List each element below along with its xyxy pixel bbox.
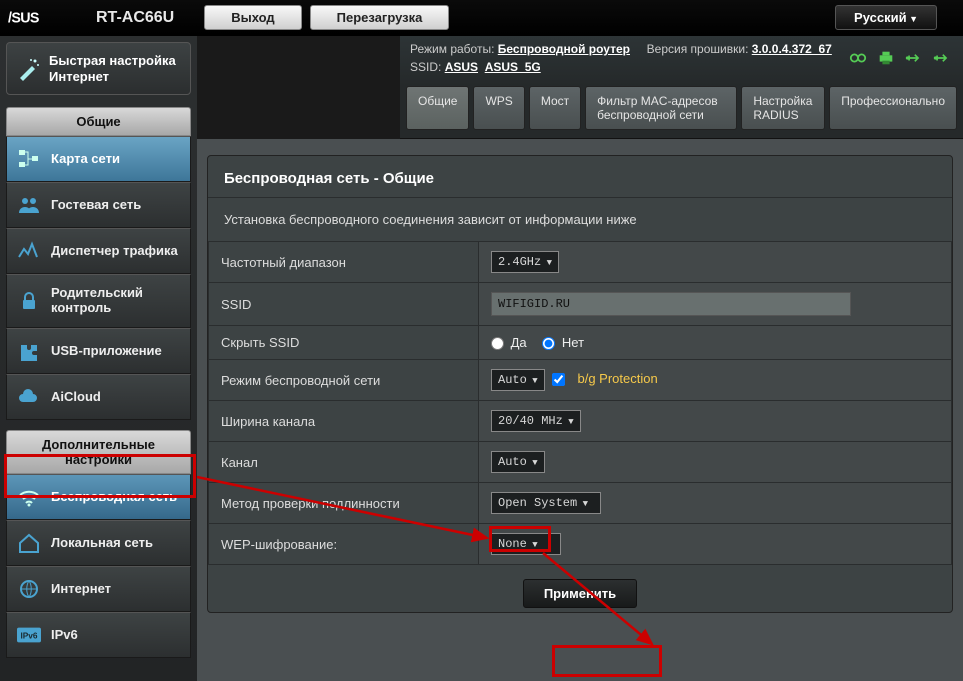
tab-bridge[interactable]: Мост (529, 86, 581, 130)
tab-general[interactable]: Общие (406, 86, 469, 130)
panel-subtitle: Установка беспроводного соединения завис… (208, 198, 952, 241)
mode-label: Режим работы: (410, 42, 494, 56)
sidebar-item-usb-app[interactable]: USB-приложение (6, 328, 191, 374)
link-status-icon (849, 50, 867, 66)
sidebar-item-wireless[interactable]: Беспроводная сеть (6, 474, 191, 520)
model-name: RT-AC66U (96, 9, 174, 27)
ssid-input[interactable] (491, 292, 851, 316)
channel-width-label: Ширина канала (209, 401, 479, 442)
auth-method-label: Метод проверки подлинности (209, 483, 479, 524)
sidebar-item-label: Беспроводная сеть (51, 490, 177, 505)
logout-button[interactable]: Выход (204, 5, 301, 30)
channel-select[interactable]: Auto (491, 451, 545, 473)
sidebar-item-guest-network[interactable]: Гостевая сеть (6, 182, 191, 228)
ssid2-link[interactable]: ASUS_5G (485, 60, 541, 74)
ssid-label: SSID: (410, 60, 441, 74)
wireless-mode-select[interactable]: Auto (491, 369, 545, 391)
sidebar-item-label: Интернет (51, 582, 111, 597)
tab-radius[interactable]: Настройка RADIUS (741, 86, 825, 130)
fw-link[interactable]: 3.0.0.4.372_67 (752, 42, 832, 56)
sidebar-item-lan[interactable]: Локальная сеть (6, 520, 191, 566)
home-icon (17, 532, 41, 554)
wep-label: WEP-шифрование: (209, 524, 479, 565)
usb2-icon (933, 50, 951, 66)
chart-icon (17, 240, 41, 262)
tab-professional[interactable]: Профессионально (829, 86, 957, 130)
sidebar: Быстрая настройка Интернет Общие Карта с… (0, 36, 197, 681)
quick-setup-label: Быстрая настройка Интернет (49, 53, 180, 84)
sidebar-item-aicloud[interactable]: AiCloud (6, 374, 191, 420)
printer-icon (877, 50, 895, 66)
wand-icon (17, 58, 41, 80)
wep-select[interactable]: None (491, 533, 561, 555)
ssid-field-label: SSID (209, 283, 479, 326)
channel-label: Канал (209, 442, 479, 483)
mode-link[interactable]: Беспроводной роутер (498, 42, 630, 56)
sidebar-item-label: Родительский контроль (51, 286, 180, 316)
settings-table: Частотный диапазон 2.4GHz SSID Скрыть SS… (208, 241, 952, 565)
band-select[interactable]: 2.4GHz (491, 251, 559, 273)
reboot-button[interactable]: Перезагрузка (310, 5, 450, 30)
quick-setup-button[interactable]: Быстрая настройка Интернет (6, 42, 191, 95)
hide-no-option[interactable]: Нет (542, 335, 584, 350)
asus-logo: /SUS (8, 7, 86, 29)
svg-text:/SUS: /SUS (8, 10, 39, 26)
fw-label: Версия прошивки: (647, 42, 749, 56)
hide-yes-option[interactable]: Да (491, 335, 527, 350)
puzzle-icon (17, 340, 41, 362)
section-header-general: Общие (6, 107, 191, 136)
users-icon (17, 194, 41, 216)
svg-text:IPv6: IPv6 (20, 631, 37, 641)
sidebar-item-label: Локальная сеть (51, 536, 153, 551)
sidebar-item-label: AiCloud (51, 390, 101, 405)
wireless-mode-label: Режим беспроводной сети (209, 360, 479, 401)
hide-ssid-label: Скрыть SSID (209, 326, 479, 360)
globe-icon (17, 578, 41, 600)
settings-panel: Беспроводная сеть - Общие Установка бесп… (207, 155, 953, 613)
sidebar-item-label: Карта сети (51, 152, 120, 167)
cloud-icon (17, 386, 41, 408)
sidebar-item-ipv6[interactable]: IPv6 IPv6 (6, 612, 191, 658)
usb-icon (905, 50, 923, 66)
sidebar-item-traffic-manager[interactable]: Диспетчер трафика (6, 228, 191, 274)
tab-mac-filter[interactable]: Фильтр MAC-адресов беспроводной сети (585, 86, 737, 130)
bg-protection-label: b/g Protection (577, 371, 657, 386)
sidebar-item-wan[interactable]: Интернет (6, 566, 191, 612)
sidebar-item-label: Гостевая сеть (51, 198, 141, 213)
panel-title: Беспроводная сеть - Общие (208, 156, 952, 198)
apply-button[interactable]: Применить (523, 579, 637, 608)
sidebar-item-label: Диспетчер трафика (51, 244, 178, 259)
band-label: Частотный диапазон (209, 242, 479, 283)
top-header: /SUS RT-AC66U Выход Перезагрузка Русский (0, 0, 963, 36)
tab-row: Общие WPS Мост Фильтр MAC-адресов беспро… (400, 86, 963, 139)
wifi-icon (17, 486, 41, 508)
lock-icon (17, 290, 41, 312)
ipv6-icon: IPv6 (17, 624, 41, 646)
info-bar: Режим работы: Беспроводной роутер Версия… (400, 36, 963, 86)
language-selector[interactable]: Русский (835, 5, 937, 30)
auth-method-select[interactable]: Open System (491, 492, 601, 514)
tab-wps[interactable]: WPS (473, 86, 524, 130)
sidebar-item-label: IPv6 (51, 628, 78, 643)
channel-width-select[interactable]: 20/40 MHz (491, 410, 581, 432)
network-map-icon (17, 148, 41, 170)
section-header-advanced: Дополнительные настройки (6, 430, 191, 474)
bg-protection-checkbox[interactable] (552, 373, 565, 386)
sidebar-item-network-map[interactable]: Карта сети (6, 136, 191, 182)
sidebar-item-label: USB-приложение (51, 344, 162, 359)
status-icons (849, 50, 951, 66)
sidebar-item-parental-control[interactable]: Родительский контроль (6, 274, 191, 328)
ssid1-link[interactable]: ASUS (445, 60, 478, 74)
